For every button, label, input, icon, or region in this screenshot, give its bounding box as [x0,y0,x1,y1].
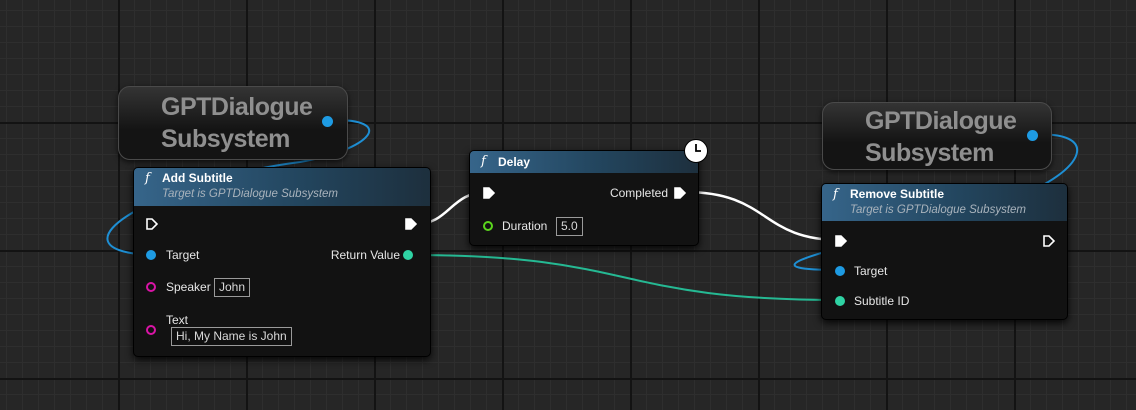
node-title: Remove Subtitle [850,187,945,201]
duration-pin-label: Duration [502,219,548,233]
exec-in-pin-icon[interactable] [835,235,847,247]
subsystem-variable-label: GPTDialogue Subsystem [865,107,1017,167]
node-title: Delay [498,155,531,169]
node-subtitle: Target is GPTDialogue Subsystem [162,188,338,200]
node-header[interactable]: f Delay [470,151,698,173]
return-value-pin-icon[interactable] [403,250,413,260]
node-title: Add Subtitle [162,171,233,185]
function-icon: f [145,171,150,186]
subtitle-id-pin-icon[interactable] [835,296,845,306]
completed-pin-label: Completed [609,186,668,200]
duration-input[interactable]: 5.0 [556,217,583,236]
node-header[interactable]: f Add Subtitle Target is GPTDialogue Sub… [134,168,430,206]
wire-exec-delay-to-remove[interactable] [684,190,841,242]
speaker-pin-icon[interactable] [146,282,156,292]
target-pin-icon[interactable] [835,266,845,276]
exec-in-pin-icon[interactable] [483,187,495,199]
target-pin-label: Target [166,248,200,262]
text-pin-icon[interactable] [146,325,156,335]
exec-out-pin-icon[interactable] [674,187,686,199]
function-icon: f [833,187,838,202]
target-pin-icon[interactable] [146,250,156,260]
text-input[interactable]: Hi, My Name is John [171,327,292,346]
delay-node[interactable]: f Delay Completed Duration 5.0 [469,150,699,246]
text-pin-label: Text [166,313,189,327]
node-subtitle: Target is GPTDialogue Subsystem [850,204,1026,216]
object-pin-icon[interactable] [1027,130,1038,141]
duration-pin-icon[interactable] [483,221,493,231]
speaker-input[interactable]: John [214,278,251,297]
clock-icon [684,139,708,163]
function-icon: f [481,154,486,169]
return-value-pin-label: Return Value [330,248,400,262]
object-pin-icon[interactable] [322,116,333,127]
exec-in-pin-icon[interactable] [146,218,158,230]
subsystem-variable-label: GPTDialogue Subsystem [161,93,313,153]
speaker-pin-label: Speaker [166,280,211,294]
add-subtitle-node[interactable]: f Add Subtitle Target is GPTDialogue Sub… [133,167,431,357]
subsystem-variable-node[interactable]: GPTDialogue Subsystem [118,86,348,160]
exec-out-pin-icon[interactable] [405,218,417,230]
wire-return-to-subtitle-id[interactable] [409,254,841,301]
remove-subtitle-node[interactable]: f Remove Subtitle Target is GPTDialogue … [821,183,1068,320]
subtitle-id-pin-label: Subtitle ID [854,294,910,308]
subsystem-variable-node[interactable]: GPTDialogue Subsystem [822,102,1052,170]
target-pin-label: Target [854,264,888,278]
exec-out-pin-icon[interactable] [1043,235,1055,247]
node-header[interactable]: f Remove Subtitle Target is GPTDialogue … [822,184,1067,221]
